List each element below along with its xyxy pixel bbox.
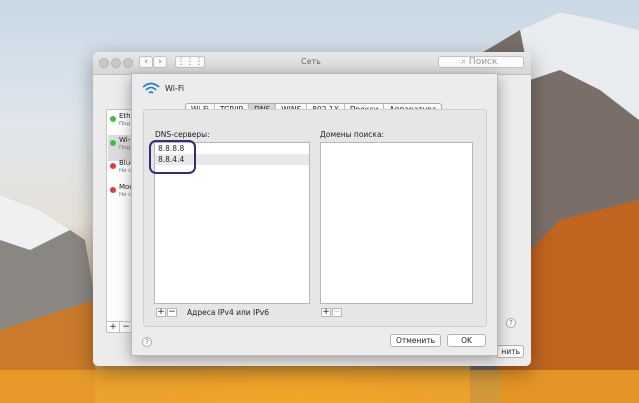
search-domains-label: Домены поиска: [320,130,385,139]
search-placeholder: Поиск [468,57,498,67]
remove-domain-button[interactable]: − [332,308,342,317]
zoom-window-button[interactable] [123,58,133,68]
status-dot [110,187,116,193]
status-dot [110,163,116,169]
dns-highlight-ring [149,140,196,174]
cancel-button[interactable]: Отменить [390,334,441,347]
forward-button[interactable]: › [153,56,167,68]
service-item-bluetooth[interactable]: Blue Не с [108,158,132,184]
window-titlebar: ‹ › ⋮⋮⋮ Сеть ⌕ Поиск [93,52,531,75]
add-domain-button[interactable]: + [321,308,331,317]
help-button[interactable]: ? [142,337,152,347]
status-dot [110,140,116,146]
remove-dns-button[interactable]: − [167,308,177,317]
add-service-button[interactable]: + [106,321,120,333]
help-button-background[interactable]: ? [506,318,516,328]
search-field[interactable]: ⌕ Поиск [438,56,524,68]
sheet-title: Wi-Fi [165,84,185,93]
search-domains-list[interactable] [320,142,473,304]
add-dns-button[interactable]: + [156,308,166,317]
status-dot [110,116,116,122]
show-all-grid-button[interactable]: ⋮⋮⋮ [175,56,205,68]
wifi-advanced-sheet: Wi-Fi Wi-Fi TCP/IP DNS WINS 802.1X Прокс… [131,73,498,356]
search-icon: ⌕ [461,57,467,67]
back-button[interactable]: ‹ [139,56,153,68]
minimize-window-button[interactable] [111,58,121,68]
dns-servers-label: DNS-серверы: [155,130,210,139]
ok-button[interactable]: OK [447,334,486,347]
apply-button[interactable]: нить [496,345,524,358]
service-item-modem[interactable]: Mod Не с [108,182,132,208]
address-hint: Адреса IPv4 или IPv6 [187,308,269,317]
service-item-ethernet[interactable]: Ethe Под [108,111,132,137]
close-window-button[interactable] [99,58,109,68]
wifi-icon [142,82,160,94]
window-title: Сеть [301,57,321,66]
